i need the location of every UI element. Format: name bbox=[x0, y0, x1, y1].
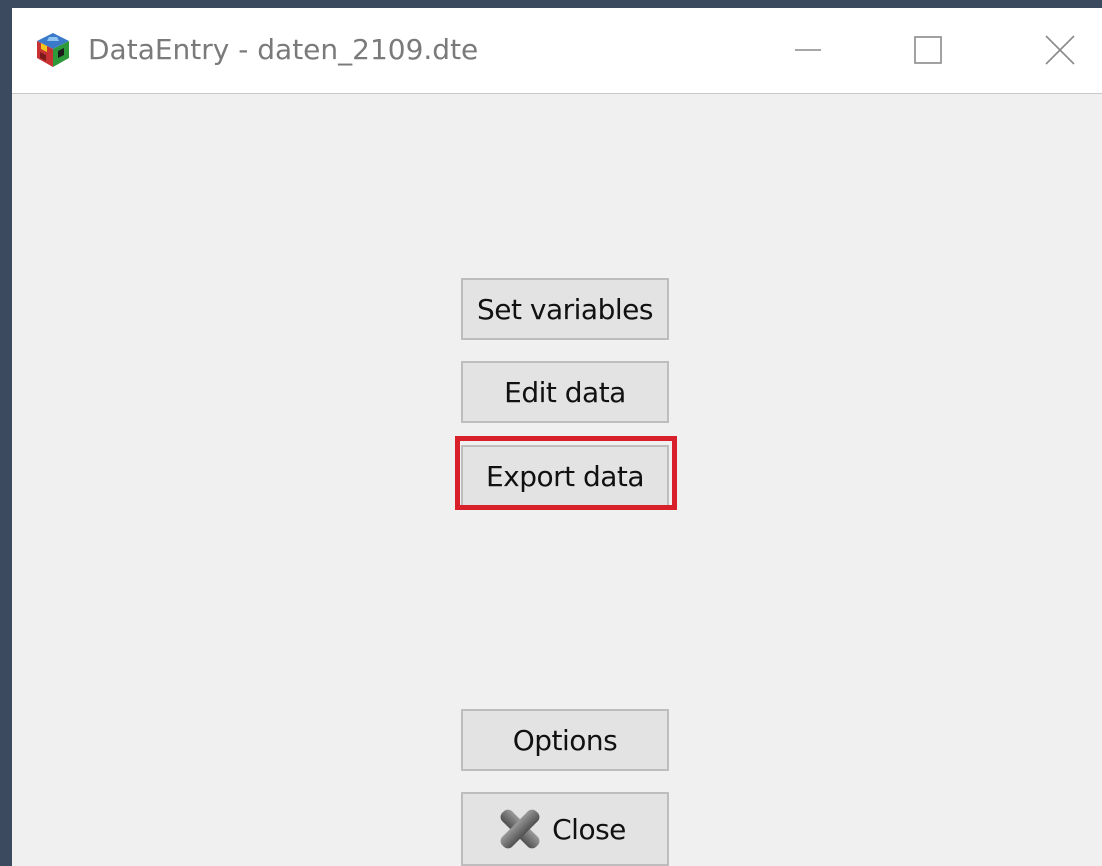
close-button-label: Close bbox=[552, 812, 626, 846]
options-button[interactable]: Options bbox=[461, 709, 669, 771]
dataentry-window: DataEntry - daten_2109.dte Set variables… bbox=[12, 8, 1102, 866]
gray-x-icon bbox=[500, 809, 540, 849]
export-data-button[interactable]: Export data bbox=[461, 445, 669, 507]
set-variables-button[interactable]: Set variables bbox=[461, 278, 669, 340]
minimize-button[interactable] bbox=[778, 22, 838, 78]
minimize-icon bbox=[795, 49, 821, 51]
window-close-button[interactable] bbox=[1030, 22, 1090, 78]
close-icon bbox=[1045, 35, 1075, 65]
maximize-icon bbox=[914, 36, 942, 64]
window-title: DataEntry - daten_2109.dte bbox=[88, 33, 479, 66]
title-bar[interactable]: DataEntry - daten_2109.dte bbox=[12, 8, 1102, 94]
maximize-button[interactable] bbox=[898, 22, 958, 78]
edit-data-button[interactable]: Edit data bbox=[461, 361, 669, 423]
close-button[interactable]: Close bbox=[461, 792, 669, 866]
colored-cube-icon bbox=[37, 33, 69, 67]
